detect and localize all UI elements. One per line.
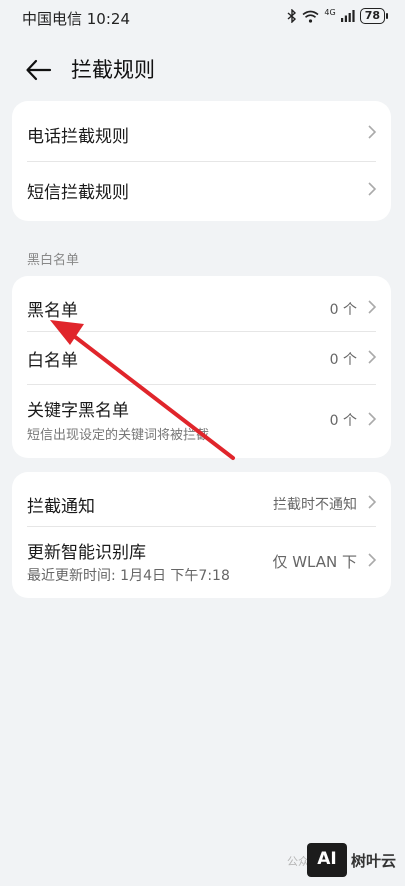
- intercept-notification-row[interactable]: 拦截通知 拦截时不通知: [12, 472, 391, 526]
- battery-indicator: 78: [359, 8, 389, 24]
- section-label-blackwhite: 黑白名单: [27, 253, 80, 268]
- back-button[interactable]: [24, 56, 54, 84]
- status-bar: 中国电信 10:24 4G 78: [0, 0, 405, 36]
- blackwhite-card: 黑名单 0 个 白名单 0 个 关键字黑名单 短信出现设定的关键词将被拦截 0 …: [12, 276, 391, 458]
- watermark-logo: AI: [307, 843, 347, 877]
- intercept-notification-value: 拦截时不通知: [273, 497, 357, 513]
- whitelist-row[interactable]: 白名单 0 个: [12, 331, 391, 384]
- watermark-text: 公众: [287, 855, 309, 868]
- settings-card: 拦截通知 拦截时不通知 更新智能识别库 最近更新时间: 1月4日 下午7:18 …: [12, 472, 391, 598]
- row-subtitle: 短信出现设定的关键词将被拦截: [27, 428, 210, 443]
- update-db-value: 仅 WLAN 下: [272, 553, 357, 571]
- row-label: 关键字黑名单: [27, 401, 129, 421]
- wifi-icon: [302, 10, 319, 23]
- keyword-blacklist-row[interactable]: 关键字黑名单 短信出现设定的关键词将被拦截 0 个: [12, 384, 391, 458]
- blacklist-row[interactable]: 黑名单 0 个: [12, 276, 391, 331]
- chevron-right-icon: [368, 300, 377, 314]
- sms-intercept-rules-row[interactable]: 短信拦截规则: [12, 161, 391, 221]
- chevron-right-icon: [368, 412, 377, 426]
- signal-icon: [340, 10, 355, 22]
- rules-card: 电话拦截规则 短信拦截规则: [12, 101, 391, 221]
- chevron-right-icon: [368, 350, 377, 364]
- call-intercept-rules-row[interactable]: 电话拦截规则: [12, 101, 391, 161]
- row-label: 拦截通知: [27, 497, 95, 517]
- row-label: 更新智能识别库: [27, 543, 146, 563]
- whitelist-count: 0 个: [329, 352, 357, 368]
- network-type: 4G: [324, 7, 336, 17]
- chevron-right-icon: [368, 125, 377, 139]
- page-title: 拦截规则: [71, 58, 155, 82]
- bluetooth-icon: [287, 9, 297, 23]
- row-label: 白名单: [27, 351, 78, 371]
- row-subtitle: 最近更新时间: 1月4日 下午7:18: [27, 568, 230, 584]
- status-icons: 4G 78: [287, 7, 389, 24]
- row-label: 电话拦截规则: [27, 127, 129, 147]
- chevron-right-icon: [368, 495, 377, 509]
- keyword-blacklist-count: 0 个: [329, 413, 357, 429]
- row-label: 黑名单: [27, 301, 78, 321]
- carrier-time: 中国电信 10:24: [22, 10, 130, 28]
- row-label: 短信拦截规则: [27, 183, 129, 203]
- header: 拦截规则: [0, 48, 405, 92]
- watermark-brand: 树叶云: [351, 852, 397, 870]
- blacklist-count: 0 个: [329, 302, 357, 318]
- chevron-right-icon: [368, 182, 377, 196]
- watermark: 公众 AI 树叶云: [287, 843, 405, 879]
- back-arrow-icon: [26, 59, 52, 81]
- chevron-right-icon: [368, 553, 377, 567]
- update-recognition-db-row[interactable]: 更新智能识别库 最近更新时间: 1月4日 下午7:18 仅 WLAN 下: [12, 526, 391, 598]
